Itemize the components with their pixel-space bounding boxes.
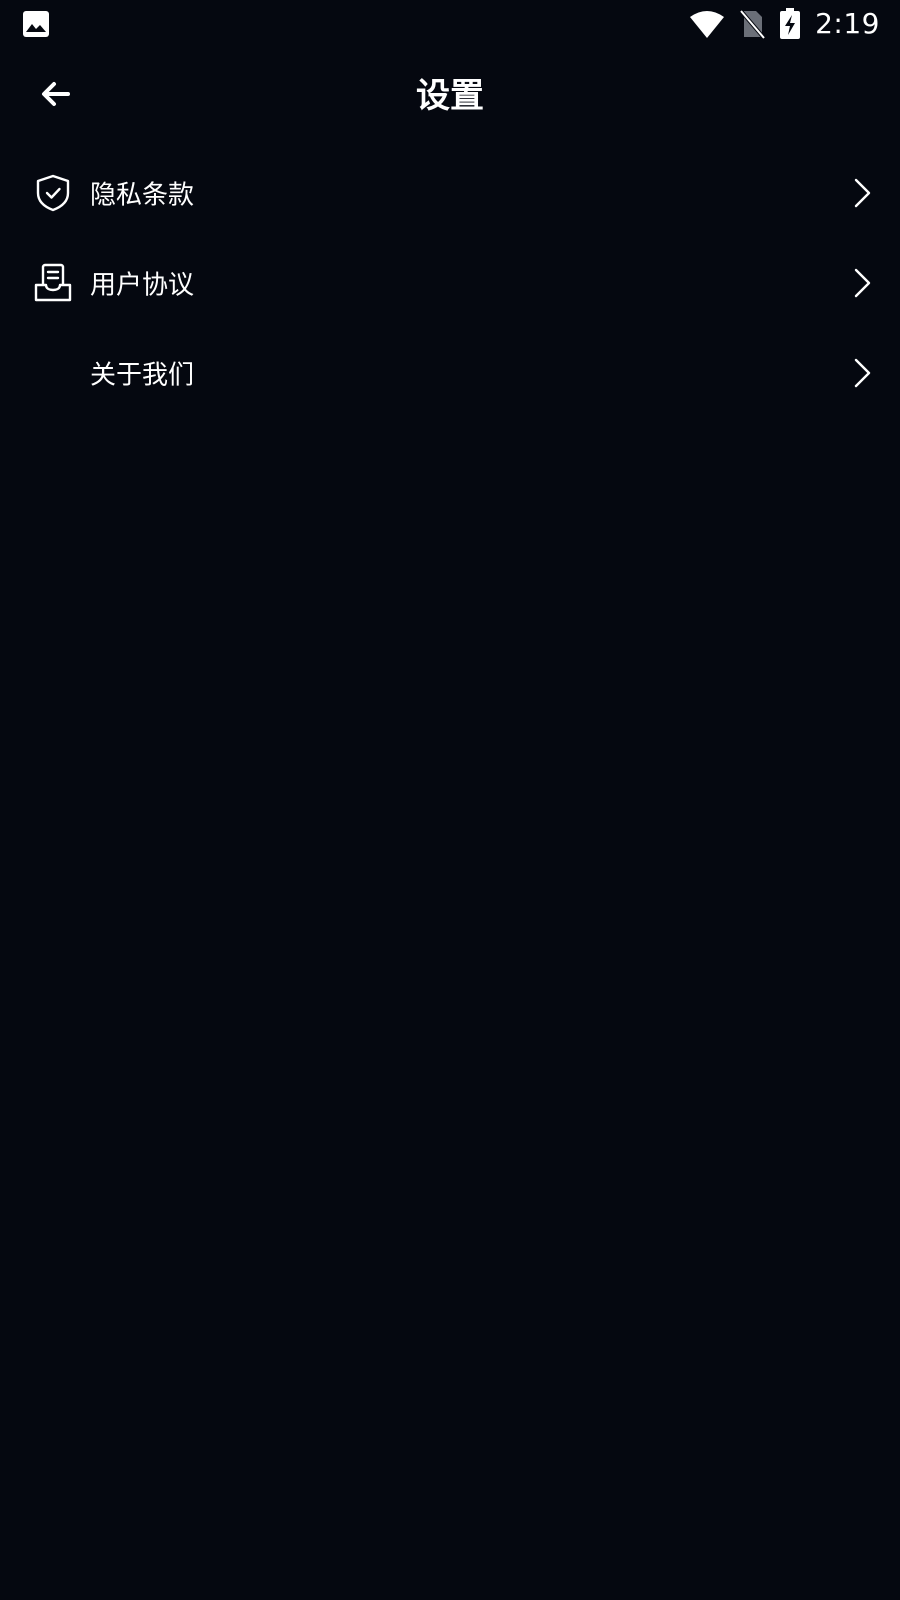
shield-check-icon xyxy=(32,172,74,214)
no-sim-icon xyxy=(739,9,766,39)
battery-charging-icon xyxy=(779,8,801,40)
settings-item-privacy[interactable]: 隐私条款 xyxy=(0,148,900,238)
settings-item-label: 用户协议 xyxy=(90,270,195,301)
settings-item-label: 隐私条款 xyxy=(90,180,195,211)
status-bar: 2:19 xyxy=(0,0,900,48)
arrow-left-icon xyxy=(40,81,70,111)
settings-screen: 2:19 设置 隐私条款 用户协议 关于我们 xyxy=(0,0,900,1600)
app-bar: 设置 xyxy=(0,48,900,144)
settings-item-user-agreement[interactable]: 用户协议 xyxy=(0,238,900,328)
chevron-right-icon xyxy=(850,175,876,211)
chevron-right-icon xyxy=(850,355,876,391)
status-icons: 2:19 xyxy=(689,6,880,42)
status-time: 2:19 xyxy=(815,7,880,40)
settings-item-about-us[interactable]: 关于我们 xyxy=(0,328,900,418)
wifi-icon xyxy=(689,9,725,39)
chevron-right-icon xyxy=(850,265,876,301)
back-button[interactable] xyxy=(26,70,84,122)
image-icon xyxy=(22,10,50,38)
document-icon xyxy=(32,262,74,304)
settings-item-label: 关于我们 xyxy=(90,360,195,391)
page-title: 设置 xyxy=(416,76,484,116)
settings-list: 隐私条款 用户协议 关于我们 xyxy=(0,148,900,418)
